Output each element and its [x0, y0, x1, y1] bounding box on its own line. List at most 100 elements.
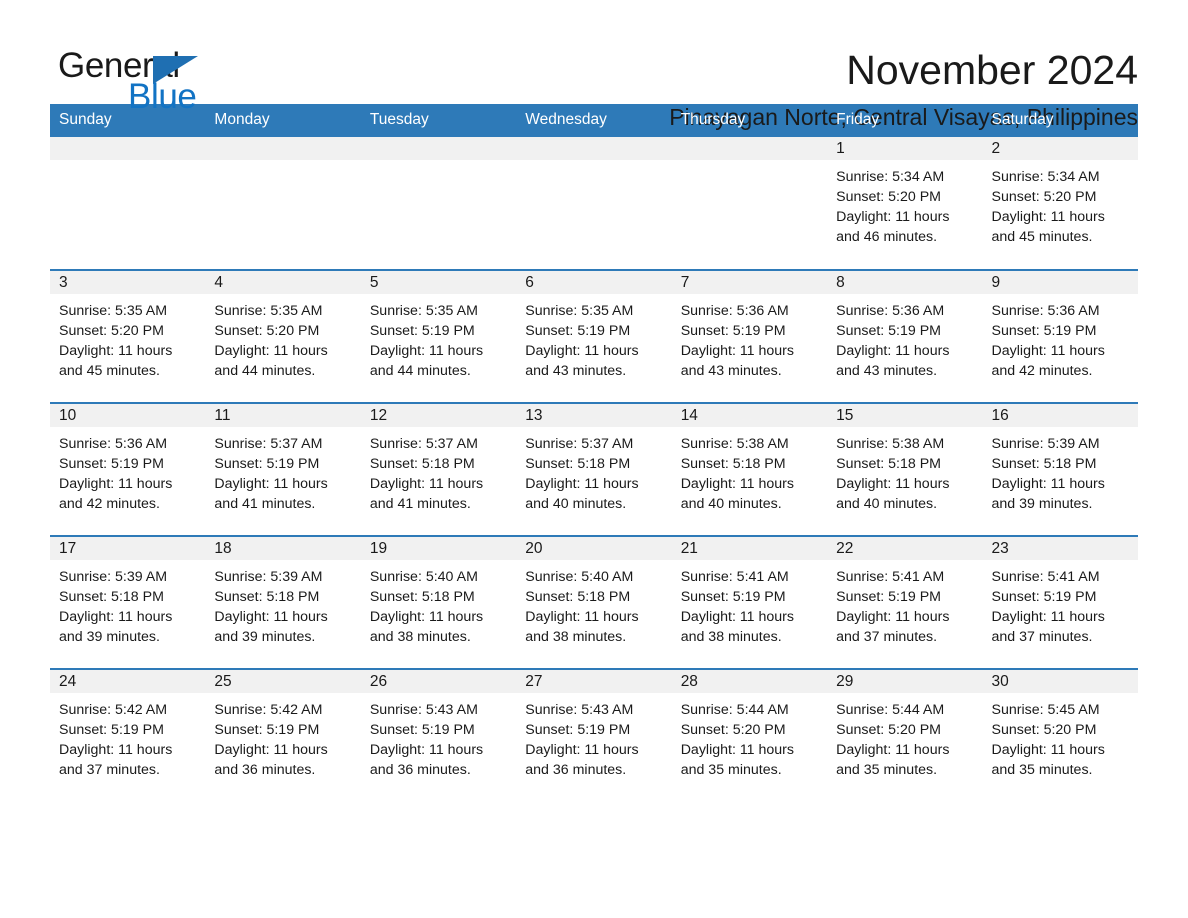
sunrise-text: Sunrise: 5:37 AM: [525, 436, 634, 452]
calendar-day-cell[interactable]: 10 Sunrise: 5:36 AM Sunset: 5:19 PM Dayligh…: [50, 402, 206, 536]
general-blue-logo[interactable]: General Blue: [50, 46, 220, 116]
calendar-cell-inner: 7 Sunrise: 5:36 AM Sunset: 5:19 PM Daylight…: [671, 271, 828, 402]
day-details: Sunrise: 5:43 AM Sunset: 5:19 PM Daylight:…: [361, 693, 516, 780]
daylight-text-line2: and 36 minutes.: [214, 762, 316, 778]
calendar-day-cell[interactable]: 4 Sunrise: 5:35 AM Sunset: 5:20 PM Daylight…: [205, 269, 361, 403]
day-details: Sunrise: 5:35 AM Sunset: 5:19 PM Daylight:…: [361, 294, 516, 381]
calendar-cell-inner: 6 Sunrise: 5:35 AM Sunset: 5:19 PM Daylight…: [516, 271, 672, 402]
day-number: [50, 137, 206, 160]
daylight-text-line2: and 44 minutes.: [369, 363, 471, 379]
calendar-day-cell[interactable]: 6 Sunrise: 5:35 AM Sunset: 5:19 PM Daylight…: [516, 269, 672, 403]
calendar-day-cell[interactable]: 22 Sunrise: 5:41 AM Sunset: 5:19 PM Dayligh…: [827, 535, 983, 669]
day-details: Sunrise: 5:41 AM Sunset: 5:19 PM Daylight:…: [983, 560, 1138, 647]
day-number: [360, 137, 517, 160]
calendar-table: Sunday Monday Tuesday Wednesday Thursday…: [50, 104, 1138, 802]
sunrise-text: Sunrise: 5:35 AM: [59, 303, 168, 319]
day-number: 7: [671, 271, 828, 294]
calendar-cell-empty: [516, 137, 672, 270]
sunset-text: Sunset: 5:20 PM: [991, 189, 1097, 205]
sunrise-text: Sunrise: 5:42 AM: [59, 702, 168, 718]
calendar-day-cell[interactable]: 17 Sunrise: 5:39 AM Sunset: 5:18 PM Dayligh…: [50, 535, 206, 669]
sunrise-text: Sunrise: 5:36 AM: [59, 436, 168, 452]
calendar-day-cell[interactable]: 7 Sunrise: 5:36 AM Sunset: 5:19 PM Daylight…: [671, 269, 828, 403]
calendar-cell-inner: 30 Sunrise: 5:45 AM Sunset: 5:20 PM Dayligh…: [982, 670, 1138, 801]
calendar-cell-inner: 15 Sunrise: 5:38 AM Sunset: 5:18 PM Dayligh…: [827, 404, 983, 535]
calendar-day-cell[interactable]: 26 Sunrise: 5:43 AM Sunset: 5:19 PM Dayligh…: [360, 668, 517, 802]
calendar-day-cell[interactable]: 30 Sunrise: 5:45 AM Sunset: 5:20 PM Dayligh…: [982, 668, 1138, 802]
calendar-day-cell[interactable]: 25 Sunrise: 5:42 AM Sunset: 5:19 PM Dayligh…: [205, 668, 361, 802]
sunset-text: Sunset: 5:19 PM: [214, 456, 320, 472]
calendar-day-cell[interactable]: 2 Sunrise: 5:34 AM Sunset: 5:20 PM Daylight…: [982, 137, 1138, 270]
sunset-text: Sunset: 5:18 PM: [680, 456, 786, 472]
calendar-day-cell[interactable]: 5 Sunrise: 5:35 AM Sunset: 5:19 PM Daylight…: [360, 269, 517, 403]
calendar-day-cell[interactable]: 3 Sunrise: 5:35 AM Sunset: 5:20 PM Daylight…: [50, 269, 206, 403]
day-number: 22: [827, 537, 983, 560]
calendar-day-cell[interactable]: 11 Sunrise: 5:37 AM Sunset: 5:19 PM Dayligh…: [205, 402, 361, 536]
calendar-day-cell[interactable]: 23 Sunrise: 5:41 AM Sunset: 5:19 PM Dayligh…: [982, 535, 1138, 669]
day-number: 23: [982, 537, 1138, 560]
sunset-text: Sunset: 5:19 PM: [991, 589, 1097, 605]
calendar-day-cell[interactable]: 13 Sunrise: 5:37 AM Sunset: 5:18 PM Dayligh…: [516, 402, 672, 536]
calendar-cell-inner: 27 Sunrise: 5:43 AM Sunset: 5:19 PM Dayligh…: [516, 670, 672, 801]
calendar-day-cell[interactable]: 20 Sunrise: 5:40 AM Sunset: 5:18 PM Dayligh…: [516, 535, 672, 669]
day-number: 24: [50, 670, 206, 693]
sunset-text: Sunset: 5:18 PM: [369, 456, 475, 472]
daylight-text-line1: Daylight: 11 hours: [680, 609, 794, 625]
daylight-text-line2: and 41 minutes.: [369, 496, 471, 512]
calendar-day-cell[interactable]: 15 Sunrise: 5:38 AM Sunset: 5:18 PM Dayligh…: [827, 402, 983, 536]
calendar-day-cell[interactable]: 19 Sunrise: 5:40 AM Sunset: 5:18 PM Dayligh…: [360, 535, 517, 669]
calendar-day-cell[interactable]: 9 Sunrise: 5:36 AM Sunset: 5:19 PM Daylight…: [982, 269, 1138, 403]
daylight-text-line1: Daylight: 11 hours: [525, 343, 639, 359]
logo-text-blue: Blue: [128, 77, 197, 116]
sunset-text: Sunset: 5:20 PM: [836, 722, 941, 738]
day-number: 15: [827, 404, 983, 427]
calendar-cell-inner: 8 Sunrise: 5:36 AM Sunset: 5:19 PM Daylight…: [827, 271, 983, 402]
calendar-cell-inner: [50, 137, 206, 268]
calendar-day-cell[interactable]: 1 Sunrise: 5:34 AM Sunset: 5:20 PM Daylight…: [827, 137, 983, 270]
calendar-day-cell[interactable]: 24 Sunrise: 5:42 AM Sunset: 5:19 PM Dayligh…: [50, 668, 206, 802]
day-number: 16: [982, 404, 1138, 427]
day-number: 12: [360, 404, 517, 427]
sunset-text: Sunset: 5:18 PM: [369, 589, 475, 605]
sunset-text: Sunset: 5:19 PM: [836, 323, 941, 339]
calendar-day-cell[interactable]: 27 Sunrise: 5:43 AM Sunset: 5:19 PM Dayligh…: [516, 668, 672, 802]
day-details: Sunrise: 5:35 AM Sunset: 5:19 PM Daylight:…: [516, 294, 671, 381]
sunset-text: Sunset: 5:20 PM: [836, 189, 941, 205]
calendar-cell-inner: 24 Sunrise: 5:42 AM Sunset: 5:19 PM Dayligh…: [50, 670, 206, 801]
daylight-text-line1: Daylight: 11 hours: [525, 476, 639, 492]
day-number: 9: [982, 271, 1138, 294]
daylight-text-line2: and 45 minutes.: [991, 229, 1093, 245]
sunset-text: Sunset: 5:19 PM: [59, 456, 164, 472]
sunset-text: Sunset: 5:18 PM: [836, 456, 941, 472]
sunrise-text: Sunrise: 5:45 AM: [991, 702, 1100, 718]
day-details: Sunrise: 5:37 AM Sunset: 5:18 PM Daylight:…: [361, 427, 516, 514]
calendar-cell-inner: 4 Sunrise: 5:35 AM Sunset: 5:20 PM Daylight…: [205, 271, 361, 402]
calendar-day-cell[interactable]: 18 Sunrise: 5:39 AM Sunset: 5:18 PM Dayligh…: [205, 535, 361, 669]
day-details: Sunrise: 5:44 AM Sunset: 5:20 PM Daylight:…: [672, 693, 827, 780]
sunrise-text: Sunrise: 5:41 AM: [991, 569, 1100, 585]
calendar-day-cell[interactable]: 28 Sunrise: 5:44 AM Sunset: 5:20 PM Dayligh…: [671, 668, 828, 802]
calendar-day-cell[interactable]: 8 Sunrise: 5:36 AM Sunset: 5:19 PM Daylight…: [827, 269, 983, 403]
daylight-text-line2: and 40 minutes.: [680, 496, 782, 512]
daylight-text-line1: Daylight: 11 hours: [59, 343, 173, 359]
sunset-text: Sunset: 5:18 PM: [525, 589, 631, 605]
calendar-day-cell[interactable]: 21 Sunrise: 5:41 AM Sunset: 5:19 PM Dayligh…: [671, 535, 828, 669]
calendar-cell-inner: 14 Sunrise: 5:38 AM Sunset: 5:18 PM Dayligh…: [671, 404, 828, 535]
day-details: Sunrise: 5:37 AM Sunset: 5:19 PM Daylight:…: [205, 427, 360, 514]
sunset-text: Sunset: 5:19 PM: [525, 323, 631, 339]
calendar-day-cell[interactable]: 14 Sunrise: 5:38 AM Sunset: 5:18 PM Dayligh…: [671, 402, 828, 536]
day-number: 20: [516, 537, 672, 560]
sunrise-text: Sunrise: 5:36 AM: [680, 303, 789, 319]
calendar-day-cell[interactable]: 12 Sunrise: 5:37 AM Sunset: 5:18 PM Dayligh…: [360, 402, 517, 536]
calendar-day-cell[interactable]: 16 Sunrise: 5:39 AM Sunset: 5:18 PM Dayligh…: [982, 402, 1138, 536]
calendar-cell-empty: [671, 137, 828, 270]
calendar-week-row: 3 Sunrise: 5:35 AM Sunset: 5:20 PM Daylight…: [50, 269, 1138, 403]
sunrise-text: Sunrise: 5:37 AM: [369, 436, 478, 452]
day-number: 5: [360, 271, 517, 294]
calendar-day-cell[interactable]: 29 Sunrise: 5:44 AM Sunset: 5:20 PM Dayligh…: [827, 668, 983, 802]
daylight-text-line1: Daylight: 11 hours: [836, 209, 950, 225]
calendar-cell-inner: 29 Sunrise: 5:44 AM Sunset: 5:20 PM Dayligh…: [827, 670, 983, 801]
day-details: Sunrise: 5:40 AM Sunset: 5:18 PM Daylight:…: [361, 560, 516, 647]
sunset-text: Sunset: 5:20 PM: [680, 722, 786, 738]
daylight-text-line2: and 38 minutes.: [369, 629, 471, 645]
